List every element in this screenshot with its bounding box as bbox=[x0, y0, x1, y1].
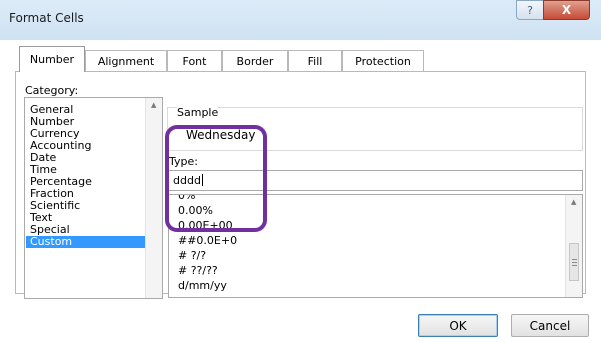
tab-label: Font bbox=[182, 54, 207, 68]
cancel-button-label: Cancel bbox=[529, 318, 571, 333]
close-button[interactable]: X bbox=[543, 0, 590, 20]
type-item[interactable]: # ??/?? bbox=[178, 265, 218, 277]
close-icon: X bbox=[561, 3, 572, 17]
tab-font[interactable]: Font bbox=[167, 50, 222, 71]
type-scrollbar[interactable]: ▲ bbox=[565, 195, 582, 297]
category-list[interactable]: General Number Currency Accounting Date … bbox=[24, 97, 163, 299]
category-label: Category: bbox=[25, 84, 79, 97]
tab-label: Border bbox=[236, 54, 274, 68]
type-item[interactable]: d/mm/yy bbox=[178, 280, 227, 292]
ok-button[interactable]: OK bbox=[418, 314, 498, 337]
tab-label: Alignment bbox=[97, 54, 155, 68]
grip-line bbox=[572, 262, 577, 263]
scroll-up-icon[interactable]: ▲ bbox=[151, 101, 156, 109]
scroll-thumb[interactable] bbox=[569, 243, 579, 281]
sample-label: Sample bbox=[177, 106, 219, 119]
ok-button-label: OK bbox=[449, 318, 467, 333]
type-item[interactable]: # ?/? bbox=[178, 250, 206, 262]
tab-label: Number bbox=[29, 53, 75, 66]
tab-number[interactable]: Number bbox=[19, 46, 85, 72]
help-icon: ? bbox=[527, 3, 533, 17]
title-bar[interactable]: Format Cells ? X bbox=[0, 0, 601, 40]
tab-protection[interactable]: Protection bbox=[342, 50, 424, 71]
tab-label: Fill bbox=[307, 54, 323, 68]
dialog-body: Number Alignment Font Border Fill Protec… bbox=[0, 40, 601, 342]
window-title: Format Cells bbox=[9, 11, 84, 25]
highlight-ring bbox=[165, 125, 267, 232]
category-scrollbar[interactable]: ▲ bbox=[145, 98, 162, 298]
grip-line bbox=[572, 265, 577, 266]
scroll-up-icon[interactable]: ▲ bbox=[571, 198, 576, 206]
grip-line bbox=[572, 259, 577, 260]
cancel-button[interactable]: Cancel bbox=[511, 314, 589, 337]
tab-label: Protection bbox=[355, 54, 411, 68]
type-item[interactable]: ##0.0E+0 bbox=[178, 235, 237, 247]
tab-fill[interactable]: Fill bbox=[288, 50, 342, 71]
help-button[interactable]: ? bbox=[516, 0, 544, 20]
category-item-custom[interactable]: Custom bbox=[26, 236, 149, 248]
tab-alignment[interactable]: Alignment bbox=[85, 50, 167, 71]
tab-border[interactable]: Border bbox=[222, 50, 288, 71]
